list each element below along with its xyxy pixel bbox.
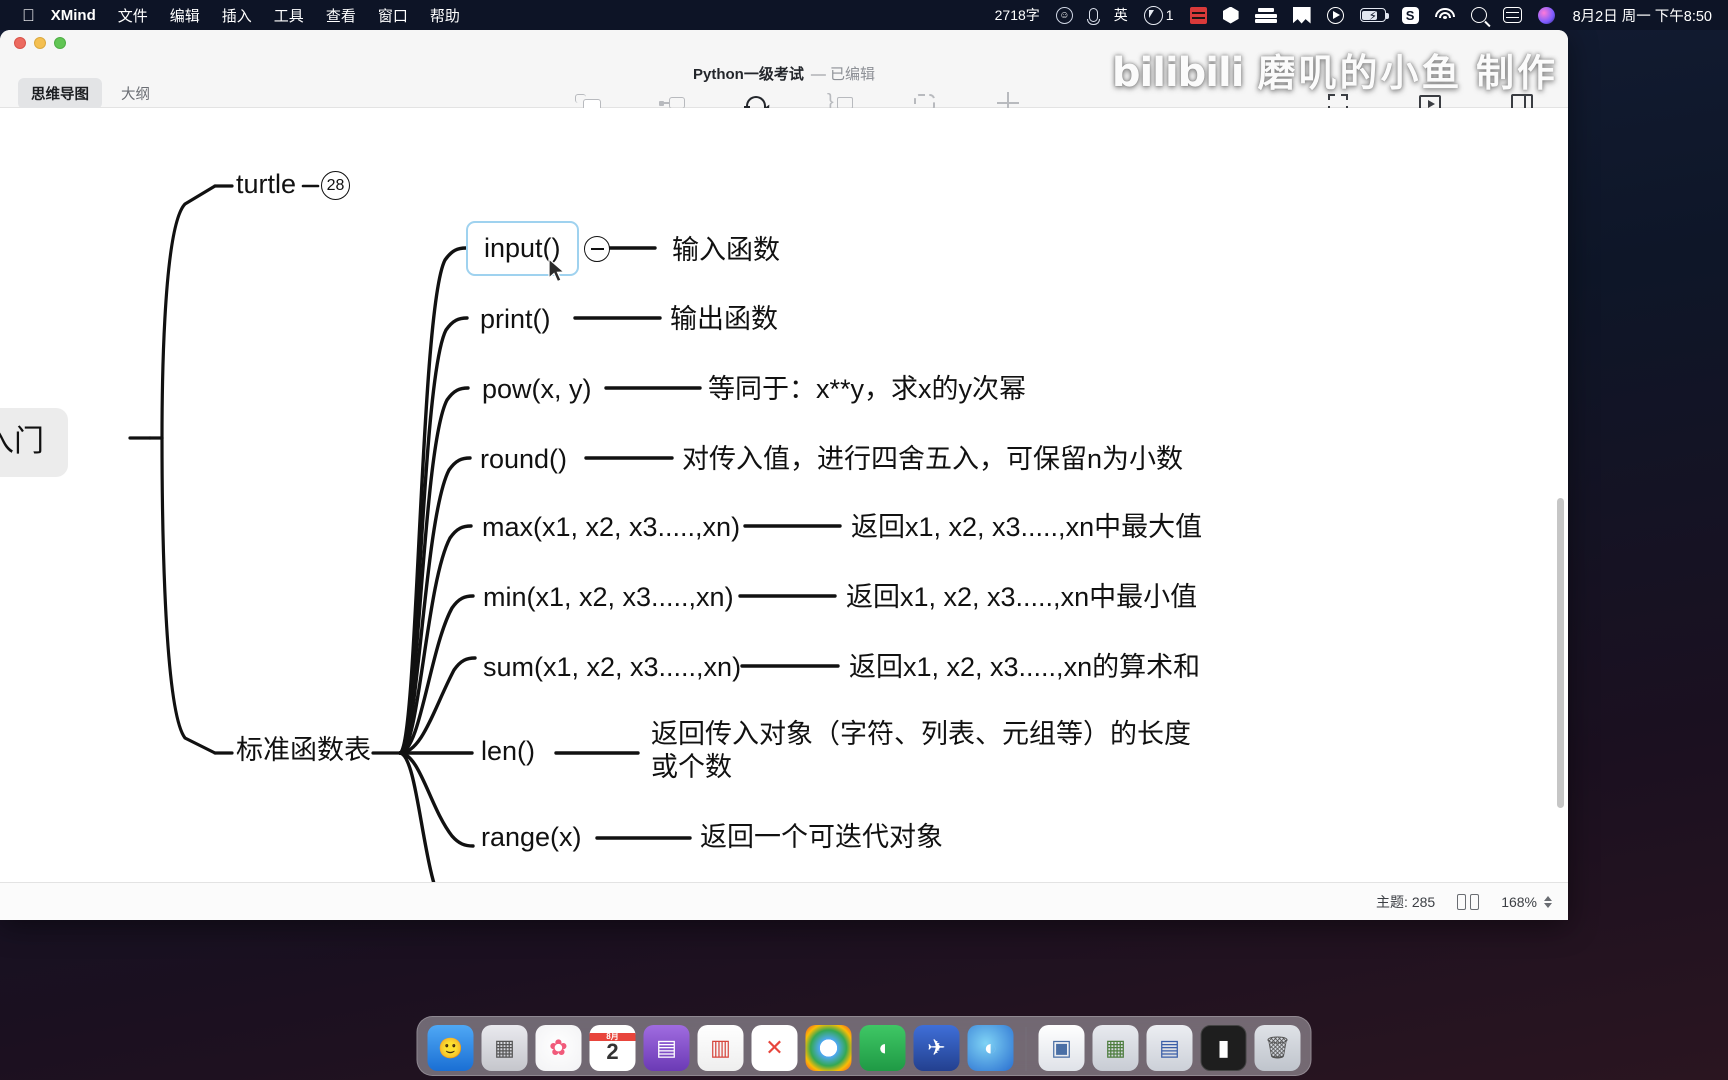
window-titlebar: Python一级考试 — 已编辑 思维导图 大纲 主题 子主题 联系 (0, 30, 1568, 108)
mindmap-desc-pow[interactable]: 等同于：x**y，求x的y次幂 (708, 373, 1026, 406)
maximize-button[interactable] (54, 37, 66, 49)
mindmap-desc-print[interactable]: 输出函数 (670, 303, 778, 336)
dock: 🙂 ▦ ✿ 8月2 ▤ ▥ ✕ ◖ ✈ ◐ ▣ ▦ ▤ ▮ 🗑 (417, 1016, 1312, 1076)
dock-separator (1026, 1027, 1027, 1071)
dock-item-numbers[interactable]: ▦ (1093, 1025, 1139, 1071)
dock-item-finder[interactable]: 🙂 (428, 1025, 474, 1071)
menu-item-tools[interactable]: 工具 (274, 5, 304, 26)
menu-item-window[interactable]: 窗口 (378, 5, 408, 26)
snipaste-icon[interactable]: S (1402, 7, 1419, 24)
mindmap-node-range[interactable]: range(x) (481, 821, 582, 854)
mindmap-node-min[interactable]: min(x1, x2, x3.....,xn) (483, 581, 734, 614)
mindmap-desc-len[interactable]: 返回传入对象（字符、列表、元组等）的长度或个数 (651, 718, 1196, 784)
search-icon[interactable] (1471, 7, 1487, 23)
turtle-child-count-badge[interactable]: 28 (321, 171, 350, 200)
close-button[interactable] (14, 37, 26, 49)
dock-item-launchpad[interactable]: ▦ (482, 1025, 528, 1071)
wifi-icon[interactable] (1435, 8, 1455, 23)
mindmap-root-node[interactable]: 库入门 (0, 408, 68, 477)
document-edit-state: — 已编辑 (811, 63, 875, 84)
mindmap-node-sum[interactable]: sum(x1, x2, x3.....,xn) (483, 651, 741, 684)
stack-icon[interactable] (1255, 8, 1277, 23)
menubar-clock[interactable]: 8月2日 周一 下午8:50 (1573, 5, 1712, 26)
view-tabs: 思维导图 大纲 (18, 78, 163, 109)
vertical-scrollbar[interactable] (1557, 498, 1564, 808)
menu-item-file[interactable]: 文件 (118, 5, 148, 26)
menu-item-edit[interactable]: 编辑 (170, 5, 200, 26)
mindmap-node-len[interactable]: len() (481, 735, 535, 768)
microphone-icon[interactable] (1089, 8, 1098, 22)
siri-icon[interactable] (1538, 7, 1555, 24)
menu-item-view[interactable]: 查看 (326, 5, 356, 26)
red-app-icon[interactable] (1190, 7, 1207, 24)
zoom-level-label: 168% (1501, 894, 1537, 910)
mindmap-desc-max[interactable]: 返回x1, x2, x3.....,xn中最大值 (851, 511, 1202, 544)
mindmap-node-input[interactable]: input() (466, 221, 579, 276)
dock-item-keynote[interactable]: ▤ (1147, 1025, 1193, 1071)
mindmap-desc-range[interactable]: 返回一个可迭代对象 (700, 821, 943, 854)
mindmap-node-round[interactable]: round() (480, 443, 567, 476)
dock-item-calendar[interactable]: 8月2 (590, 1025, 636, 1071)
mindmap-desc-sum[interactable]: 返回x1, x2, x3.....,xn的算术和 (849, 651, 1200, 684)
mindmap-desc-min[interactable]: 返回x1, x2, x3.....,xn中最小值 (846, 581, 1197, 614)
dock-item-photos[interactable]: ✿ (536, 1025, 582, 1071)
dock-item-wechat-dev[interactable]: ◖ (860, 1025, 906, 1071)
zoom-control[interactable]: 168% (1501, 894, 1552, 910)
mindmap-desc-input[interactable]: 输入函数 (672, 234, 780, 267)
mindmap-node-print[interactable]: print() (480, 303, 551, 336)
screen:  XMind 文件 编辑 插入 工具 查看 窗口 帮助 2718字 ☺ 英 1… (0, 0, 1728, 1080)
dock-item-notes[interactable]: ▤ (644, 1025, 690, 1071)
dock-item-chrome[interactable] (806, 1025, 852, 1071)
xmind-window: Python一级考试 — 已编辑 思维导图 大纲 主题 子主题 联系 (0, 30, 1568, 920)
minimize-button[interactable] (34, 37, 46, 49)
map-view-icon[interactable] (1457, 894, 1479, 910)
word-count-status: 2718字 (995, 5, 1040, 25)
mindmap-branch-standard-functions[interactable]: 标准函数表 (236, 734, 371, 767)
play-icon[interactable] (1327, 7, 1344, 24)
tab-outline[interactable]: 大纲 (108, 78, 163, 109)
collapse-toggle-input[interactable] (584, 236, 610, 262)
bookmark-icon[interactable] (1293, 7, 1311, 24)
window-controls (14, 37, 66, 49)
menu-item-app[interactable]: XMind (51, 7, 96, 24)
status-bar: 主题: 285 168% (0, 882, 1568, 920)
input-method-icon[interactable]: 英 (1114, 5, 1128, 25)
tab-mindmap[interactable]: 思维导图 (18, 78, 102, 109)
dock-item-trash[interactable]: 🗑 (1255, 1025, 1301, 1071)
dock-item-close-app[interactable]: ✕ (752, 1025, 798, 1071)
topic-count-status: 主题: 285 (1376, 892, 1435, 912)
dock-item-terminal[interactable]: ▮ (1201, 1025, 1247, 1071)
apple-menu-icon[interactable]:  (22, 7, 35, 24)
battery-icon[interactable]: ⚡ (1360, 8, 1386, 22)
mindmap-node-max[interactable]: max(x1, x2, x3.....,xn) (482, 511, 740, 544)
menu-item-help[interactable]: 帮助 (430, 5, 460, 26)
dock-item-thunderbird[interactable]: ✈ (914, 1025, 960, 1071)
zoom-stepper[interactable] (1544, 896, 1552, 908)
emoji-icon[interactable]: ☺ (1056, 7, 1073, 24)
control-center-icon[interactable] (1503, 7, 1522, 23)
mindmap-canvas[interactable]: 库入门 turtle 28 标准函数表 input() 输入函数 print()… (0, 108, 1568, 920)
dock-item-xmind[interactable]: ▥ (698, 1025, 744, 1071)
document-title: Python一级考试 (693, 63, 804, 84)
hexagon-icon[interactable] (1223, 7, 1239, 24)
mindmap-branch-turtle[interactable]: turtle (236, 168, 296, 201)
dock-item-preview[interactable]: ▣ (1039, 1025, 1085, 1071)
document-title-bar: Python一级考试 — 已编辑 (0, 63, 1568, 84)
menu-bar:  XMind 文件 编辑 插入 工具 查看 窗口 帮助 2718字 ☺ 英 1… (0, 0, 1728, 30)
mindmap-desc-round[interactable]: 对传入值，进行四舍五入，可保留n为小数 (682, 443, 1183, 476)
mindmap-node-pow[interactable]: pow(x, y) (482, 373, 592, 406)
mindmap-connectors (0, 108, 1568, 920)
menu-item-insert[interactable]: 插入 (222, 5, 252, 26)
pen-pressure-icon[interactable]: 1 (1144, 6, 1174, 25)
dock-item-snipaste[interactable]: ◐ (968, 1025, 1014, 1071)
